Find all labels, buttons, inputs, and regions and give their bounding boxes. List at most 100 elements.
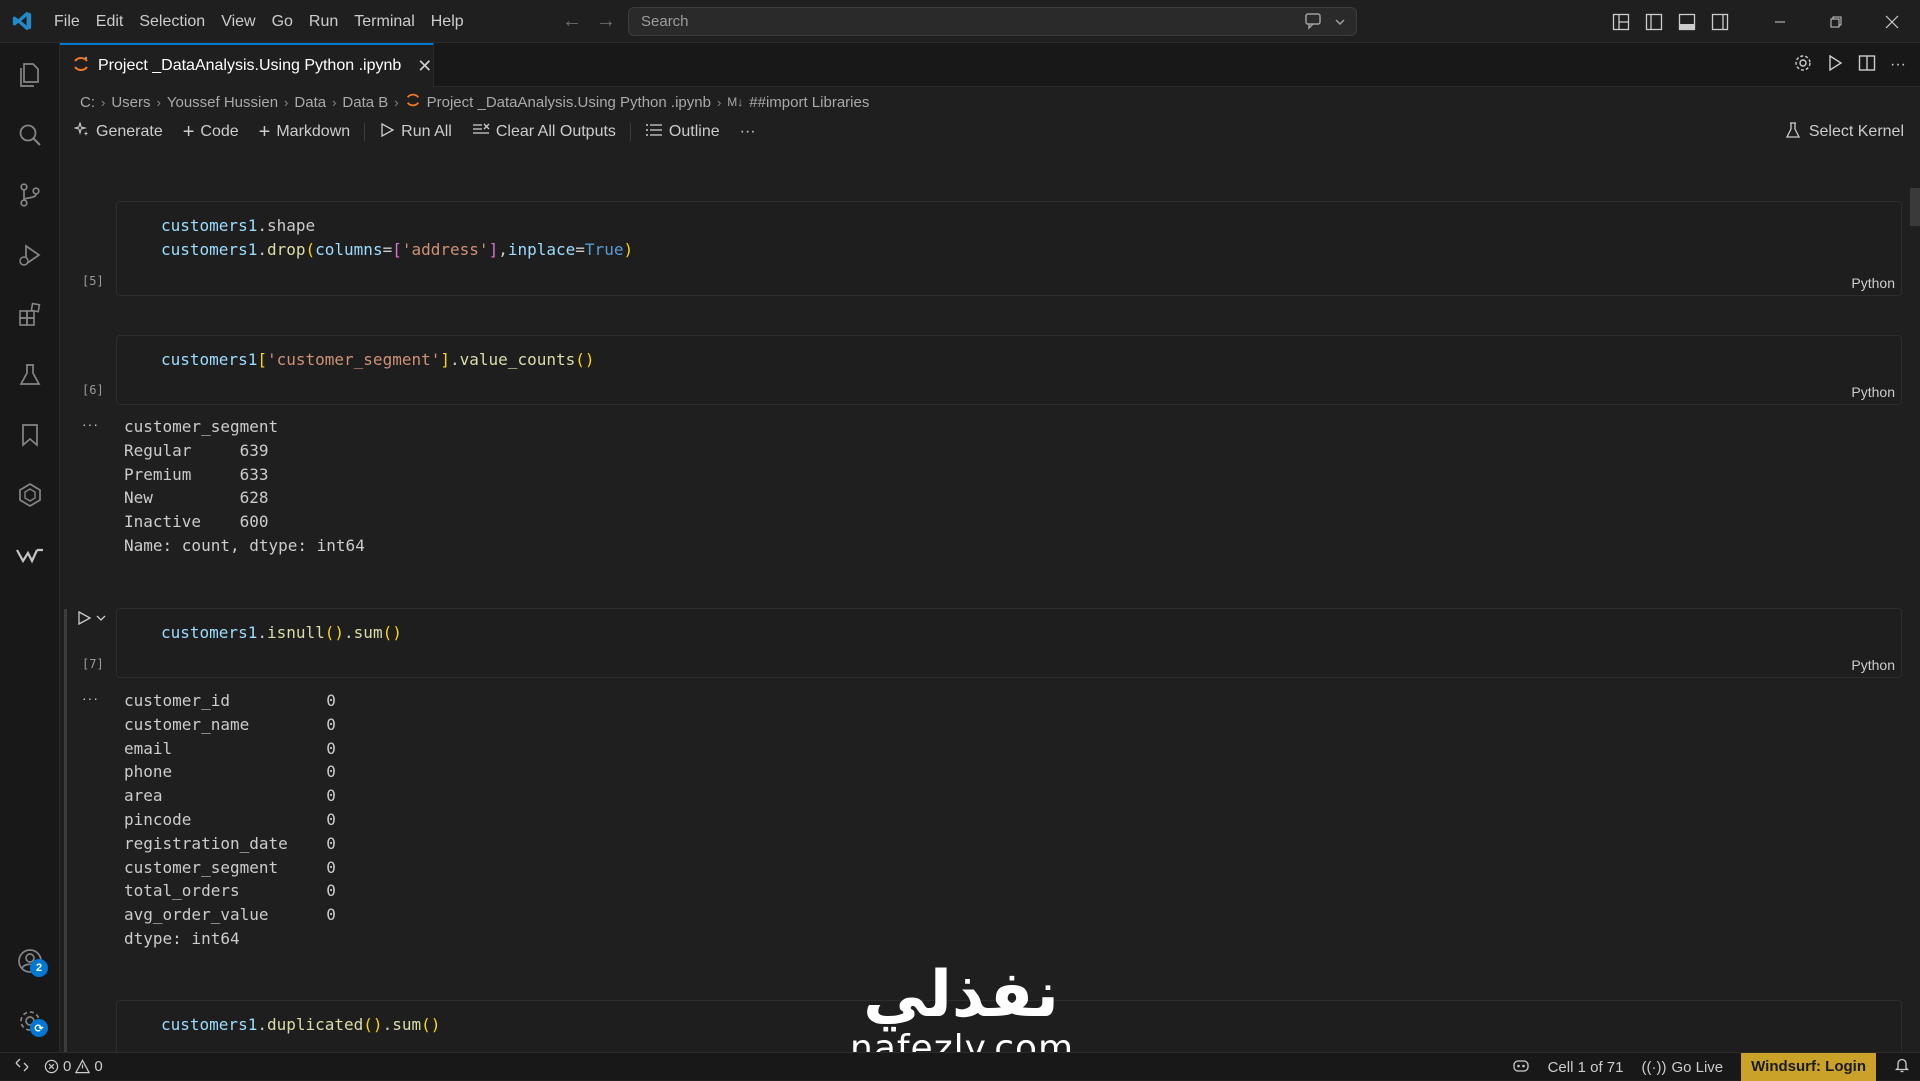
- output-line: phone 0: [124, 762, 336, 782]
- code-line: customers1.duplicated().sum(): [161, 1015, 441, 1034]
- code-line: customers1.drop(columns=['address'],inpl…: [161, 240, 634, 259]
- output-line: customer_id 0: [124, 691, 336, 710]
- generate-label: Generate: [96, 123, 163, 140]
- code-cell[interactable]: customers1['customer_segment'].value_cou…: [116, 335, 1902, 405]
- restore-icon[interactable]: [1808, 0, 1864, 43]
- chevron-down-icon[interactable]: [1334, 15, 1346, 32]
- error-count: 0: [63, 1058, 72, 1075]
- menu-edit[interactable]: Edit: [88, 0, 132, 43]
- code-line: customers1.isnull().sum(): [161, 623, 402, 642]
- clear-outputs-icon: [472, 122, 490, 143]
- breadcrumb-item[interactable]: C:: [80, 94, 95, 111]
- tab-notebook[interactable]: Project _DataAnalysis.Using Python .ipyn…: [60, 43, 434, 87]
- forward-arrow-icon[interactable]: →: [596, 10, 616, 33]
- generate-button[interactable]: Generate: [72, 120, 163, 143]
- code-line: customers1['customer_segment'].value_cou…: [161, 350, 595, 369]
- output-menu-icon[interactable]: ···: [82, 416, 99, 432]
- go-live-button[interactable]: ((·)) Go Live: [1641, 1059, 1723, 1076]
- output-line: Inactive 600: [124, 512, 269, 532]
- accounts-icon[interactable]: 2: [0, 935, 60, 987]
- warning-icon: [75, 1059, 91, 1074]
- toggle-secondary-sidebar-icon[interactable]: [1703, 0, 1736, 43]
- menu-help[interactable]: Help: [423, 0, 472, 43]
- jupyter-file-icon: [405, 92, 421, 112]
- menu-selection[interactable]: Selection: [131, 0, 213, 43]
- breadcrumb-item[interactable]: Youssef Hussien: [167, 94, 278, 111]
- add-markdown-cell-button[interactable]: + Markdown: [259, 121, 351, 144]
- output-line: total_orders 0: [124, 881, 336, 901]
- search-placeholder: Search: [641, 13, 689, 30]
- cell-position[interactable]: Cell 1 of 71: [1548, 1059, 1624, 1076]
- status-bar: 0 0 Cell 1 of 71 ((·)) Go Live Windsurf:…: [0, 1052, 1920, 1081]
- chevron-right-icon: ›: [156, 94, 161, 110]
- cell-language[interactable]: Python: [1851, 384, 1895, 400]
- customize-layout-icon[interactable]: [1604, 0, 1637, 43]
- accounts-badge: 2: [30, 959, 48, 977]
- select-kernel-button[interactable]: Select Kernel: [1785, 117, 1904, 147]
- output-line: customer_name 0: [124, 714, 336, 734]
- output-line: email 0: [124, 738, 336, 758]
- menu-view[interactable]: View: [213, 0, 263, 43]
- toggle-panel-icon[interactable]: [1670, 0, 1703, 43]
- code-cell[interactable]: customers1.isnull().sum() Python: [116, 608, 1902, 678]
- output-line: area 0: [124, 786, 336, 806]
- output-menu-icon[interactable]: ···: [82, 690, 99, 706]
- toggle-primary-sidebar-icon[interactable]: [1637, 0, 1670, 43]
- chevron-right-icon: ›: [332, 94, 337, 110]
- copilot-icon[interactable]: [1512, 1057, 1530, 1077]
- menu-file[interactable]: File: [46, 0, 88, 43]
- output-line: dtype: int64: [124, 928, 240, 948]
- tab-title: Project _DataAnalysis.Using Python .ipyn…: [98, 57, 402, 74]
- split-editor-icon[interactable]: [1858, 54, 1876, 77]
- manage-icon[interactable]: ⟳: [0, 995, 60, 1047]
- run-debug-icon[interactable]: [0, 229, 60, 281]
- more-toolbar-button[interactable]: ···: [740, 123, 756, 141]
- windsurf-icon[interactable]: [0, 529, 60, 581]
- scrollbar-thumb[interactable]: [1910, 188, 1920, 226]
- back-arrow-icon[interactable]: ←: [562, 10, 582, 33]
- update-badge-icon: ⟳: [30, 1019, 48, 1037]
- testing-icon[interactable]: [0, 349, 60, 401]
- source-control-icon[interactable]: [0, 169, 60, 221]
- add-code-cell-button[interactable]: + Code: [183, 121, 239, 144]
- run-all-button[interactable]: Run All: [379, 122, 452, 143]
- extensions-icon[interactable]: [0, 289, 60, 341]
- output-line: Regular 639: [124, 440, 269, 460]
- explorer-icon[interactable]: [0, 49, 60, 101]
- windsurf-login-button[interactable]: Windsurf: Login: [1741, 1053, 1876, 1081]
- run-icon[interactable]: [1826, 54, 1844, 77]
- kubernetes-icon[interactable]: [0, 469, 60, 521]
- menu-run[interactable]: Run: [301, 0, 346, 43]
- breadcrumb-item[interactable]: Users: [111, 94, 150, 111]
- markdown-label: Markdown: [276, 123, 351, 140]
- close-tab-icon[interactable]: ✕: [417, 56, 432, 77]
- title-bar: File Edit Selection View Go Run Terminal…: [0, 0, 1920, 43]
- run-all-label: Run All: [401, 123, 452, 140]
- minimize-icon[interactable]: [1752, 0, 1808, 43]
- close-window-icon[interactable]: [1864, 0, 1920, 43]
- menu-go[interactable]: Go: [264, 0, 301, 43]
- run-cell-button[interactable]: [76, 610, 106, 626]
- output-line: customer_segment 0: [124, 857, 336, 877]
- problems-status[interactable]: 0 0: [44, 1058, 103, 1075]
- cell-language[interactable]: Python: [1851, 275, 1895, 291]
- breadcrumb-item[interactable]: Project _DataAnalysis.Using Python .ipyn…: [427, 94, 711, 111]
- search-icon[interactable]: [0, 109, 60, 161]
- copilot-chat-icon[interactable]: [1304, 12, 1324, 34]
- chevron-right-icon: ›: [716, 94, 722, 110]
- breadcrumb-item[interactable]: Data B: [342, 94, 388, 111]
- breadcrumb-item[interactable]: Data: [294, 94, 326, 111]
- notifications-bell-icon[interactable]: [1894, 1057, 1910, 1077]
- clear-all-outputs-button[interactable]: Clear All Outputs: [472, 122, 616, 143]
- outline-button[interactable]: Outline: [645, 123, 720, 142]
- bookmark-icon[interactable]: [0, 409, 60, 461]
- breadcrumb-item[interactable]: ##import Libraries: [749, 94, 869, 111]
- select-kernel-label: Select Kernel: [1808, 123, 1904, 140]
- cell-language[interactable]: Python: [1851, 657, 1895, 673]
- remote-icon[interactable]: [14, 1057, 30, 1077]
- more-actions-icon[interactable]: ···: [1890, 56, 1906, 74]
- notebook-settings-icon[interactable]: [1794, 54, 1812, 77]
- command-search-box[interactable]: Search: [628, 7, 1357, 36]
- menu-terminal[interactable]: Terminal: [346, 0, 422, 43]
- code-cell[interactable]: customers1.shape customers1.drop(columns…: [116, 201, 1902, 296]
